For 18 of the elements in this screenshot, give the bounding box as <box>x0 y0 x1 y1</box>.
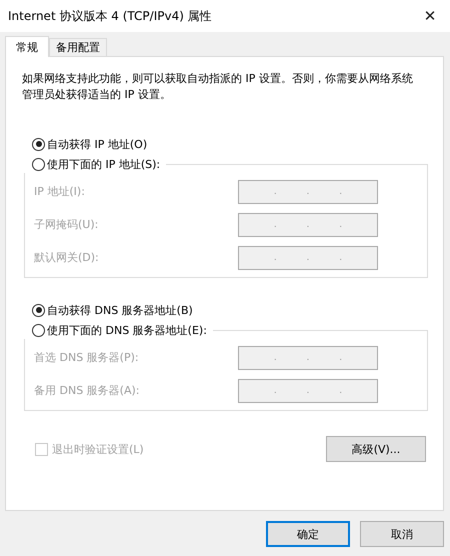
radio-label: 自动获得 DNS 服务器地址(B) <box>47 302 193 318</box>
field-label: 备用 DNS 服务器(A): <box>34 383 140 398</box>
dialog-button[interactable]: 确定 <box>266 521 350 547</box>
tab[interactable]: 常规 <box>5 36 49 57</box>
tab[interactable]: 备用配置 <box>49 38 107 56</box>
radio-label: 使用下面的 IP 地址(S): <box>47 156 160 172</box>
field-label: 首选 DNS 服务器(P): <box>34 350 139 365</box>
description-text: 如果网络支持此功能，则可以获取自动指派的 IP 设置。否则，你需要从网络系统管理员处获得适当的 IP 设置。 <box>22 71 414 103</box>
radio-label: 自动获得 IP 地址(O) <box>47 136 148 152</box>
close-button[interactable]: ✕ <box>410 0 450 32</box>
field-label: 子网掩码(U): <box>34 217 98 232</box>
window-title: Internet 协议版本 4 (TCP/IPv4) 属性 <box>8 8 212 24</box>
radio-label: 使用下面的 DNS 服务器地址(E): <box>47 322 207 338</box>
advanced-button[interactable]: 高级(V)... <box>326 436 426 462</box>
checkbox-label: 退出时验证设置(L) <box>52 442 144 456</box>
dialog-button[interactable]: 取消 <box>360 521 444 547</box>
field-label: 默认网关(D): <box>34 250 99 265</box>
field-label: IP 地址(I): <box>34 184 85 199</box>
